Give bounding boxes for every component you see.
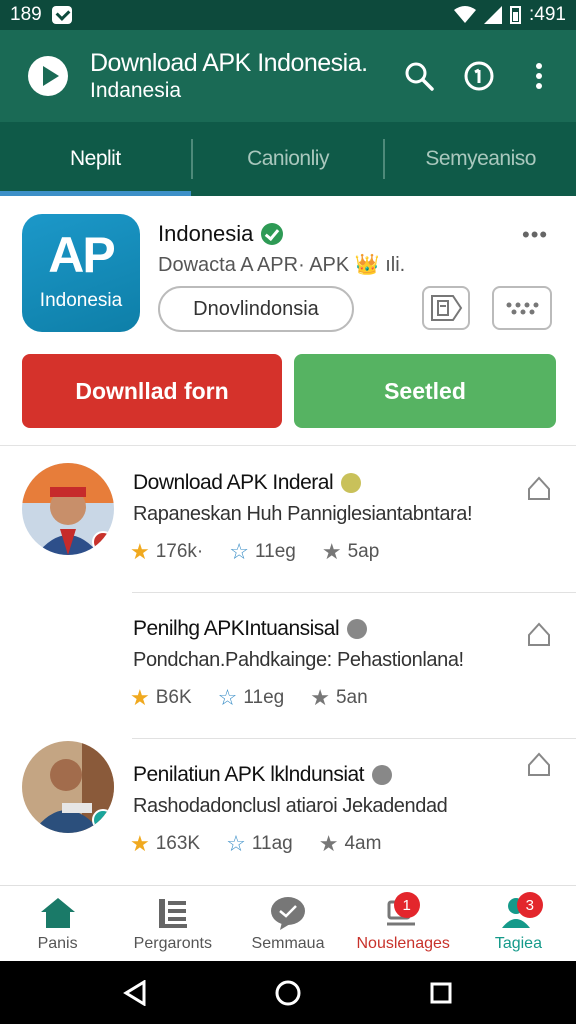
more-options-icon[interactable] [492, 286, 552, 330]
star-filled-icon: ★ [130, 685, 150, 710]
tab-bar: Neplit Canionliy Semyeaniso [0, 122, 576, 196]
stat-value: 176k· [155, 541, 204, 562]
avatar [22, 463, 114, 555]
download-pill-button[interactable]: Dnovlindonsia [158, 286, 354, 332]
app-icon-label: Indonesia [39, 290, 123, 311]
star-filled-icon: ★ [130, 539, 150, 564]
star-filled-icon: ★ [130, 831, 150, 856]
signal-icon [484, 6, 503, 24]
stat-value: 163K [155, 833, 201, 854]
system-navigation-bar [0, 961, 576, 1024]
list-item-stats: ★ 176k· ☆ 11eg ★ 5ap [130, 541, 405, 563]
verified-icon [261, 223, 284, 245]
nav-item-tagiea[interactable]: 3 Tagiea [461, 886, 576, 961]
nav-item-pergaronts[interactable]: Pergaronts [115, 886, 230, 961]
status-time: 189 [10, 4, 42, 25]
list-icon [156, 895, 190, 931]
wifi-icon [454, 6, 477, 23]
stat-value: B6K [155, 687, 192, 708]
featured-app-name: Indonesia [158, 221, 284, 247]
nav-label: Semmaua [251, 934, 325, 952]
search-icon[interactable] [402, 59, 436, 93]
star-grey-icon: ★ [321, 539, 342, 564]
stat-value: 11ag [251, 833, 293, 854]
nav-item-nouslenages[interactable]: 1 Nouslenages [346, 886, 461, 961]
avatar-edit-badge [92, 531, 114, 553]
app-bar: Download APK Indonesia. Indanesia [0, 30, 576, 122]
home-circle-icon[interactable] [274, 979, 302, 1007]
bookmark-icon[interactable] [526, 475, 552, 501]
status-clock: :491 [529, 4, 566, 25]
stat-value: 5an [335, 687, 368, 708]
home-icon [39, 895, 77, 931]
list-item-stats: ★ B6K ☆ 11eg ★ 5an [130, 687, 394, 709]
stat-value: 11eg [255, 541, 296, 562]
star-outline-icon: ☆ [226, 831, 246, 856]
nav-badge: 1 [393, 892, 420, 918]
avatar [22, 741, 114, 833]
bookmark-icon[interactable] [526, 621, 552, 647]
list-item[interactable]: Penilhg APKIntuansisal Pondchan.Pahdkain… [0, 593, 576, 739]
play-logo-icon [28, 56, 68, 96]
tab-semyeaniso[interactable]: Semyeaniso [385, 122, 576, 196]
stat-value: 5ap [347, 541, 380, 562]
nav-item-panis[interactable]: Panis [0, 886, 115, 961]
list-item-title: Download APK Inderal [133, 471, 362, 495]
star-grey-icon: ★ [318, 831, 339, 856]
app-icon[interactable]: AP Indonesia [22, 214, 140, 332]
star-grey-icon: ★ [310, 685, 330, 710]
list-item[interactable]: Download APK Inderal Rapaneskan Huh Pann… [0, 447, 576, 593]
stat-value: 4am [344, 833, 382, 854]
bottom-navigation: Panis Pergaronts Semmaua 1 Nouslenages 3… [0, 885, 576, 961]
status-bar: 189 :491 [0, 0, 576, 30]
recents-icon[interactable] [429, 981, 453, 1005]
nav-label: Pergaronts [133, 934, 212, 952]
bookmark-icon[interactable] [526, 751, 552, 777]
star-outline-icon: ☆ [217, 685, 238, 710]
list-item-title-text: Penilatiun APK lklndunsiat [133, 763, 365, 786]
verified-badge-icon [347, 619, 368, 639]
notification-app-icon [51, 6, 72, 24]
list-item-stats: ★ 163K ☆ 11ag ★ 4am [130, 833, 407, 855]
nav-item-semmaua[interactable]: Semmaua [230, 886, 345, 961]
more-horiz-icon[interactable]: ••• [522, 222, 548, 248]
verified-badge-icon [372, 765, 392, 785]
stat-value: 11eg [243, 687, 285, 708]
back-icon[interactable] [123, 979, 147, 1006]
tab-canionliy[interactable]: Canionliy [193, 122, 384, 196]
featured-app-name-text: Indonesia [158, 221, 254, 246]
nav-label: Nouslenages [356, 934, 450, 952]
featured-app-card: AP Indonesia Indonesia Dowacta A APR· AP… [0, 196, 576, 446]
verified-badge-icon [341, 473, 362, 493]
list-item-description: Rapaneskan Huh Panniglesiantabntara! [133, 503, 473, 525]
download-button[interactable]: Downllad forn [22, 354, 282, 428]
featured-app-subtitle: Dowacta A APR· APK 👑 ıli. [158, 254, 406, 276]
avatar-status-badge [92, 809, 114, 831]
chat-icon [270, 895, 306, 931]
list-item-title-text: Penilhg APKIntuansisal [133, 617, 340, 640]
list-item-description: Rashodadonclusl atiaroi Jekadendad [133, 795, 448, 817]
nav-badge: 3 [516, 892, 543, 918]
info-circle-icon[interactable] [462, 59, 496, 93]
app-subtitle: Indanesia [90, 79, 182, 102]
settled-button[interactable]: Seetled [294, 354, 556, 428]
list-item-title: Penilhg APKIntuansisal [133, 617, 368, 641]
star-outline-icon: ☆ [229, 539, 249, 564]
more-vert-icon[interactable] [522, 59, 556, 93]
nav-label: Panis [37, 934, 78, 952]
battery-icon [510, 6, 522, 24]
app-list: Download APK Inderal Rapaneskan Huh Pann… [0, 447, 576, 885]
app-icon-letters: AP [48, 227, 115, 283]
tag-icon[interactable] [422, 286, 470, 330]
list-item-description: Pondchan.Pahdkainge: Pehastionlana! [133, 649, 464, 671]
list-item-title-text: Download APK Inderal [133, 471, 334, 494]
list-item[interactable]: Penilatiun APK lklndunsiat Rashodadonclu… [0, 739, 576, 885]
tab-neplit[interactable]: Neplit [0, 122, 191, 196]
list-item-title: Penilatiun APK lklndunsiat [133, 763, 392, 787]
nav-label: Tagiea [494, 934, 542, 952]
app-title: Download APK Indonesia. [90, 49, 368, 77]
